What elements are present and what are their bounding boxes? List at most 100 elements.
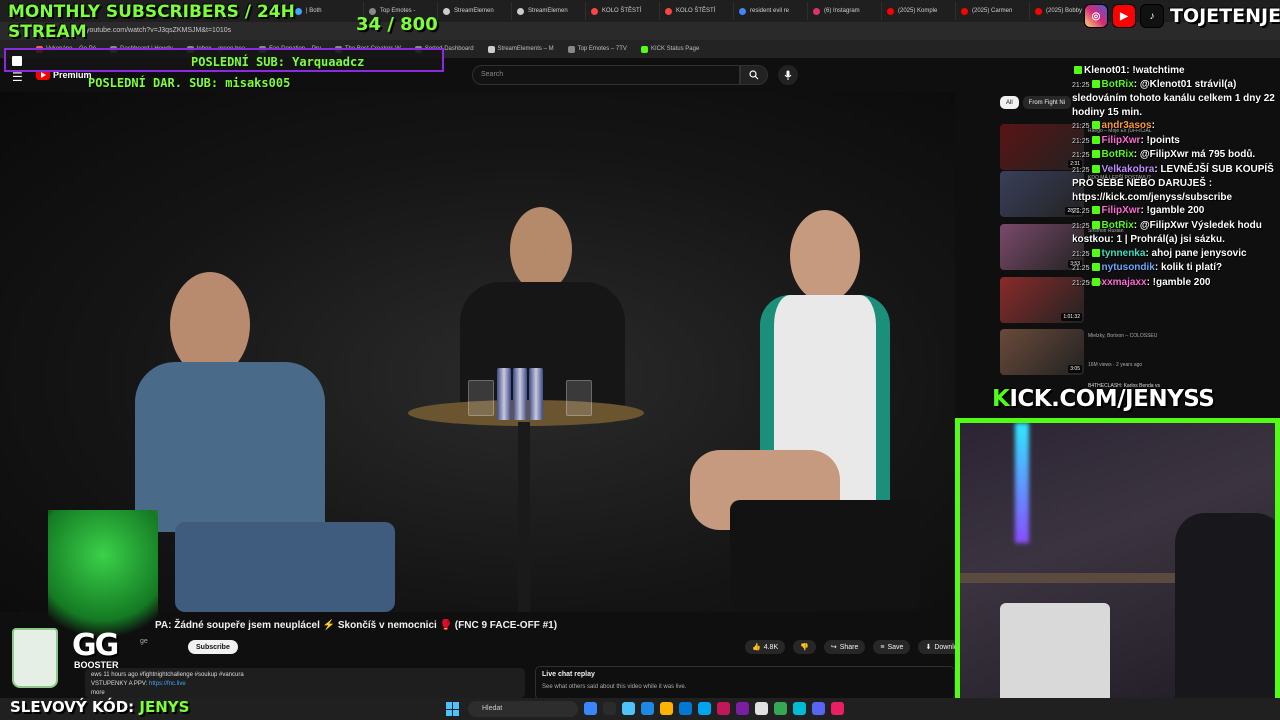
live-chat-replay-panel[interactable]: Live chat replay See what others said ab… [535, 666, 955, 700]
browser-tab[interactable]: KOLO ŠTĚSTÍ [586, 2, 660, 20]
video-glass-right [566, 380, 592, 416]
booster-tub [12, 628, 58, 688]
kick-badge-icon [1091, 79, 1100, 88]
search-input[interactable]: Search [472, 65, 740, 85]
chat-text: : !gamble 200 [1140, 205, 1205, 216]
taskbar-app-icon[interactable] [622, 702, 635, 715]
chat-message: 21:25 nytusondik: kolik ti platí? [1072, 261, 1278, 276]
video-can [529, 368, 543, 420]
taskbar-app-icon[interactable] [793, 702, 806, 715]
voice-search-button[interactable] [778, 65, 798, 85]
kick-badge-icon [1091, 263, 1100, 271]
taskbar-app-icon[interactable] [584, 702, 597, 715]
taskbar-app-icon[interactable] [774, 702, 787, 715]
kick-badge-icon [1091, 121, 1100, 129]
tab-favicon-icon [1035, 7, 1042, 15]
tab-favicon-icon [517, 7, 524, 15]
menu-icon[interactable]: ☰ [12, 70, 23, 84]
share-label: Share [839, 643, 859, 651]
tiktok-icon: ♪ [1140, 4, 1164, 28]
browser-tab[interactable]: (6) Instagram [808, 2, 882, 20]
browser-tab[interactable]: resident evil re [734, 2, 808, 20]
bookmark-item[interactable]: StreamElements – M [487, 45, 554, 53]
streamer-handle: TOJETENJENYS [1170, 5, 1280, 27]
chat-message: 21:25 xxmajaxx: !gamble 200 [1072, 276, 1278, 291]
browser-tab-label: (6) Instagram [824, 8, 860, 14]
browser-tab[interactable]: StreamElemen [438, 2, 512, 20]
chat-timestamp: 21:25 [1072, 166, 1090, 174]
taskbar-app-icon[interactable] [736, 702, 749, 715]
taskbar-app-icon[interactable] [660, 702, 673, 715]
tab-favicon-icon [443, 7, 450, 15]
live-chat-subtitle: See what others said about this video wh… [542, 684, 687, 690]
bookmark-item[interactable]: Top Emotes – 7TV [567, 45, 627, 53]
video-person-right [690, 210, 920, 610]
taskbar-search[interactable]: Hledat [468, 701, 578, 717]
kick-url-rest: ICK.COM/JENYSS [1009, 386, 1215, 412]
chat-message: 21:25 BotRix: @Klenot01 strávil(a) sledov… [1072, 78, 1278, 120]
youtube-icon: ▶ [1112, 4, 1136, 28]
taskbar-app-icon[interactable] [717, 702, 730, 715]
taskbar-app-icon[interactable] [698, 702, 711, 715]
filter-chip[interactable]: From Fight Ni [1022, 96, 1072, 109]
like-count: 4.8K [763, 643, 779, 651]
tab-favicon-icon [887, 7, 894, 15]
kick-badge-icon [1091, 248, 1100, 257]
search-icon [749, 70, 759, 80]
dislike-button[interactable]: 👎 [793, 640, 816, 654]
windows-taskbar: Hledat [0, 698, 1280, 720]
bookmark-label: StreamElements – M [497, 46, 554, 52]
share-button[interactable]: ↪ Share [823, 640, 866, 654]
bookmark-favicon-icon [640, 45, 648, 53]
chat-text: : @FilipXwr Výsledek hodu kostkou: 1 | P… [1072, 219, 1262, 246]
browser-tab-label: StreamElemen [454, 8, 494, 14]
video-title: PA: Žádné soupeře jsem neuplácel ⚡ Skonč… [155, 620, 558, 631]
chat-username: BotRix [1101, 149, 1134, 160]
kick-badge-icon [1091, 164, 1100, 173]
promo-code: JENYS [139, 698, 190, 716]
bookmark-label: Top Emotes – 7TV [577, 46, 627, 52]
tab-favicon-icon [739, 7, 746, 15]
bookmark-item[interactable]: KICK Status Page [640, 45, 699, 53]
chat-timestamp: 21:25 [1072, 81, 1090, 89]
subscribe-button[interactable]: Subscribe [188, 640, 238, 654]
video-can [513, 368, 527, 420]
kick-badge-icon [1091, 150, 1100, 158]
bookmark-favicon-icon [487, 45, 495, 53]
browser-tab[interactable]: (2025) Carmen [956, 2, 1030, 20]
chat-message: 21:25 andr3asos: [1072, 119, 1278, 134]
search-button[interactable] [740, 65, 768, 85]
kick-badge-icon [1091, 206, 1100, 214]
last-gift-sub-text: POSLEDNÍ DAR. SUB: misaks005 [88, 76, 291, 90]
download-icon: ⬇ [925, 644, 932, 651]
taskbar-app-icon[interactable] [755, 702, 768, 715]
browser-tab[interactable]: KOLO ŠTĚSTÍ [660, 2, 734, 20]
video-person-middle [455, 207, 635, 507]
taskbar-app-icon[interactable] [603, 702, 616, 715]
booster-logo-sub: BOOSTER [74, 660, 119, 670]
chat-timestamp: 21:25 [1072, 265, 1090, 272]
taskbar-app-icon[interactable] [641, 702, 654, 715]
browser-tab-label: (2025) Komple [898, 8, 938, 14]
like-button[interactable]: 👍 4.8K [745, 640, 786, 654]
tab-favicon-icon [813, 7, 820, 15]
save-button[interactable]: ≡ Save [873, 640, 911, 654]
taskbar-app-icon[interactable] [812, 702, 825, 715]
browser-tab[interactable]: StreamElemen [512, 2, 586, 20]
windows-start-icon[interactable] [446, 702, 460, 716]
tab-favicon-icon [591, 7, 598, 15]
video-glass-left [468, 380, 494, 416]
browser-tab[interactable]: | Both [290, 2, 364, 20]
taskbar-app-icon[interactable] [831, 702, 844, 715]
share-icon: ↪ [830, 644, 837, 651]
browser-tab[interactable]: (2025) Komple [882, 2, 956, 20]
chat-username: Klenot01 [1084, 65, 1127, 76]
live-chat-title: Live chat replay [542, 671, 595, 678]
promo-code-banner: SLEVOVÝ KÓD: JENYS [10, 698, 189, 716]
filter-chip[interactable]: All [1000, 96, 1019, 109]
taskbar-app-icon[interactable] [679, 702, 692, 715]
browser-tab-label: | Both [306, 8, 322, 14]
subs-goal-title-line: MONTHLY SUBSCRIBERS / 24H [8, 2, 295, 22]
tab-favicon-icon [961, 7, 968, 15]
subs-goal-title-line: STREAM [8, 22, 87, 42]
